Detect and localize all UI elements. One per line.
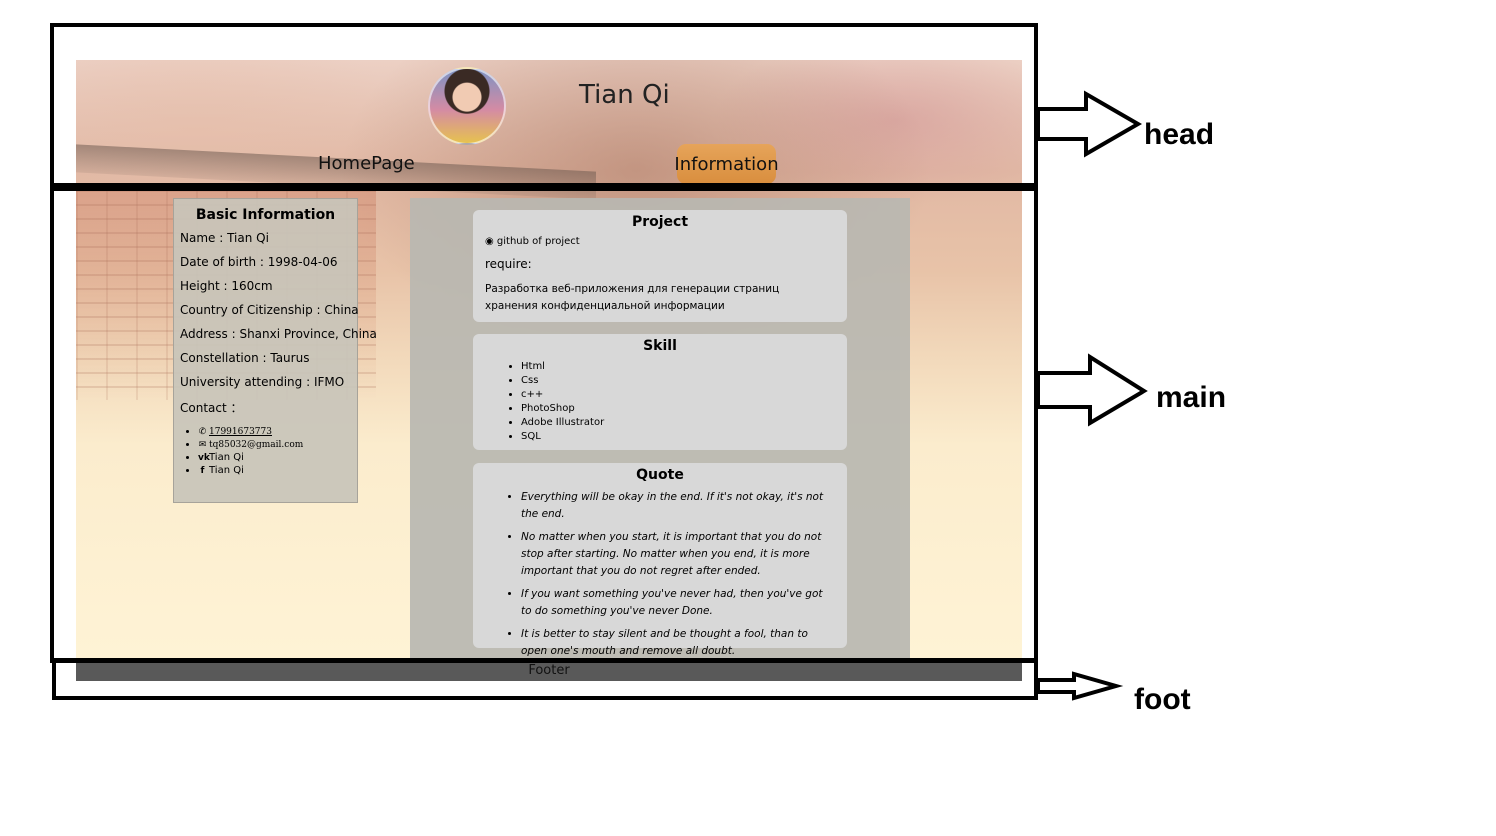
foot-region-box [52, 658, 1038, 700]
head-arrow-icon [1036, 90, 1143, 158]
main-region-box [50, 183, 1038, 663]
main-label: main [1156, 381, 1227, 414]
foot-label: foot [1134, 683, 1191, 716]
head-region-box [50, 23, 1038, 191]
head-label: head [1144, 118, 1215, 151]
main-arrow-icon [1036, 353, 1148, 427]
foot-arrow-icon [1036, 671, 1124, 701]
